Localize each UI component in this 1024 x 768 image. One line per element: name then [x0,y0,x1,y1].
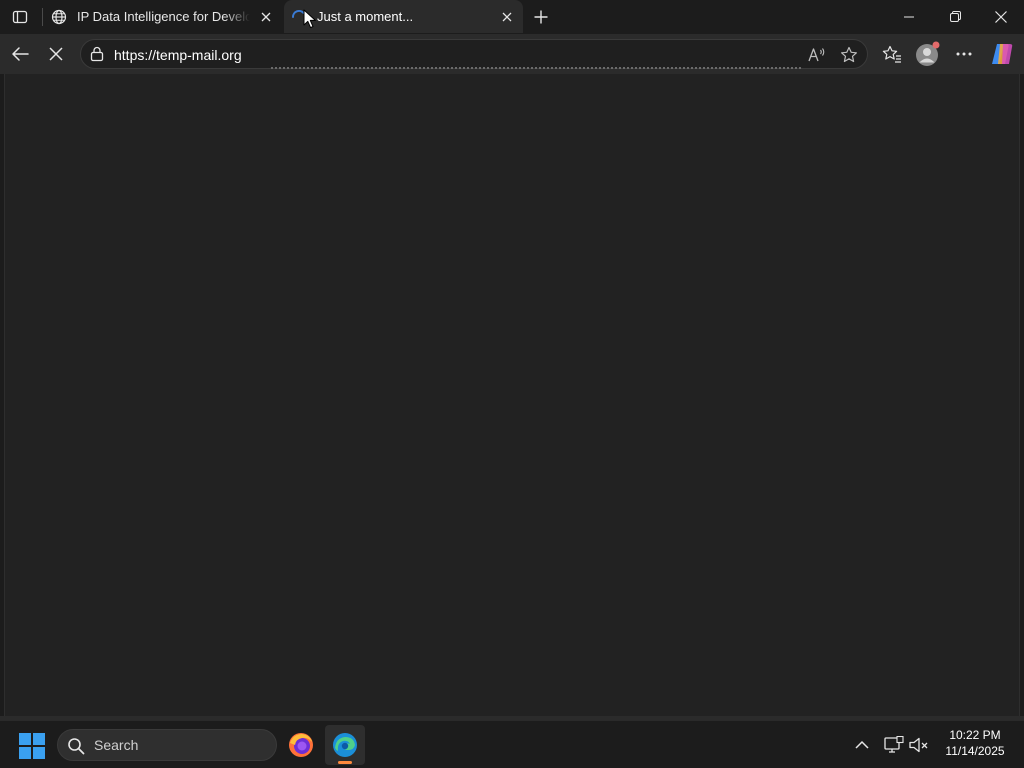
read-aloud-button[interactable] [805,43,829,67]
new-tab-button[interactable] [528,4,554,30]
taskbar-app-firefox[interactable] [281,725,321,765]
tab-separator [42,8,43,26]
start-button[interactable] [19,733,45,759]
tab-title: IP Data Intelligence for Developers [77,9,250,24]
search-label: Search [94,737,139,753]
tab-just-a-moment[interactable]: Just a moment... [284,0,523,33]
display-icon [884,736,904,753]
page-viewport[interactable] [4,74,1020,716]
close-icon [502,12,512,21]
url-text[interactable]: https://temp-mail.org [114,47,242,63]
profile-icon [916,41,940,66]
edge-icon [333,733,357,757]
add-favorite-button[interactable] [837,43,861,67]
browser-titlebar: IP Data Intelligence for Developers Just… [0,0,1024,34]
read-aloud-icon [808,48,825,62]
search-icon [67,737,85,755]
favorite-star-icon [841,46,857,63]
more-icon [956,52,972,56]
copilot-icon [992,44,1013,64]
tab-ip-data[interactable]: IP Data Intelligence for Developers [44,0,282,33]
restore-icon [949,11,961,22]
favorites-button[interactable] [876,38,908,70]
tab-actions-button[interactable] [6,4,34,30]
show-hidden-icons-button[interactable] [851,734,873,756]
settings-more-button[interactable] [948,38,980,70]
back-icon [12,47,29,61]
close-window-button[interactable] [978,0,1024,33]
minimize-button[interactable] [886,0,932,33]
globe-icon [51,9,67,25]
lock-icon[interactable] [89,46,105,62]
chevron-up-icon [855,740,869,749]
windows-taskbar: Search 10:22 PM 11/14/2025 [0,720,1024,768]
windows-logo-icon [19,733,45,759]
clock-date: 11/14/2025 [945,744,1005,758]
profile-button[interactable] [912,38,944,70]
favorites-icon [882,45,901,63]
tab-title: Just a moment... [317,9,414,24]
close-icon [261,12,271,21]
system-clock[interactable]: 10:22 PM 11/14/2025 [938,727,1012,759]
taskbar-app-edge[interactable] [325,725,365,765]
running-indicator [338,761,352,764]
plus-icon [534,10,548,24]
copilot-button[interactable] [986,38,1018,70]
tab-close-button[interactable] [256,7,276,27]
minimize-icon [904,16,914,17]
tab-actions-icon [12,10,28,24]
close-icon [995,10,1007,23]
volume-tray-button[interactable] [908,734,930,756]
loading-indicator [271,67,801,69]
tab-close-button[interactable] [497,7,517,27]
taskbar-search[interactable]: Search [57,729,277,761]
stop-loading-button[interactable] [40,38,72,70]
browser-toolbar: https://temp-mail.org [0,34,1024,74]
stop-loading-icon [49,47,63,61]
firefox-icon [289,733,313,757]
restore-button[interactable] [932,0,978,33]
display-tray-button[interactable] [883,734,905,756]
mouse-cursor-icon [303,9,316,29]
back-button[interactable] [4,38,36,70]
clock-time: 10:22 PM [949,728,1001,742]
address-bar[interactable]: https://temp-mail.org [80,39,868,69]
volume-muted-icon [909,737,928,753]
